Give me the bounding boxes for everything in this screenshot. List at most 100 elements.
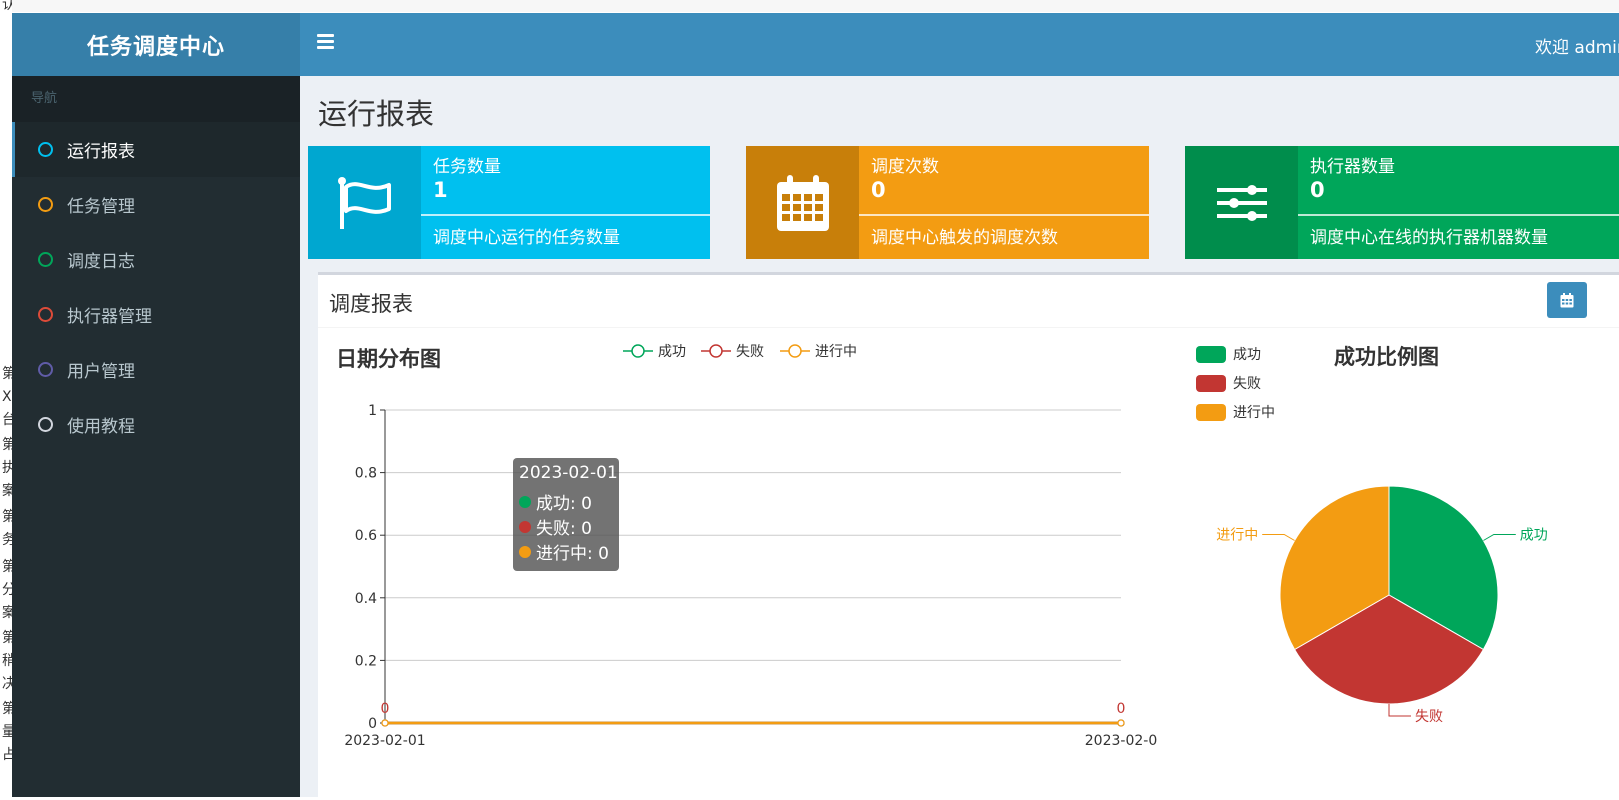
- x-tick-label: 2023-02-0: [1085, 733, 1157, 749]
- data-point: [1117, 719, 1125, 727]
- legend-line-circle-icon: [780, 344, 810, 358]
- pie-label-line: [1483, 534, 1516, 541]
- sidebar-item-label: 运行报表: [67, 142, 135, 162]
- page-title: 运行报表: [318, 97, 435, 131]
- line-chart-title: 日期分布图: [336, 347, 441, 371]
- x-tick-label: 2023-02-01: [344, 733, 425, 749]
- report-box: 调度报表 日期分布图 成功 失败 进行中 0 0.2 0.4 0.6 0.8 1 2023-02…: [318, 272, 1619, 800]
- tooltip-row: 成功: 0: [519, 489, 592, 514]
- calendar-icon: [776, 174, 829, 231]
- info-box-label: 调度次数: [871, 157, 939, 177]
- y-tick-label: 0.2: [355, 653, 377, 669]
- sidebar-item-label: 调度日志: [67, 252, 135, 272]
- flag-icon: [337, 176, 391, 229]
- report-box-title: 调度报表: [329, 292, 413, 316]
- tooltip-line-success: 成功: 0: [536, 494, 592, 514]
- sidebar-item-0[interactable]: 运行报表: [12, 122, 300, 177]
- sidebar-item-label: 用户管理: [67, 362, 135, 382]
- legend-item[interactable]: 失败: [701, 341, 764, 361]
- info-box-content: 执行器数量 0 调度中心在线的执行器机器数量: [1298, 146, 1619, 259]
- info-box-description: 调度中心触发的调度次数: [871, 228, 1058, 248]
- info-box-icon-area: [308, 146, 421, 259]
- data-label: 0: [381, 701, 390, 717]
- info-box-icon-area: [746, 146, 859, 259]
- y-tick-label: 0.6: [355, 528, 377, 544]
- sidebar: 导航 运行报表任务管理调度日志执行器管理用户管理使用教程: [12, 76, 300, 797]
- top-navbar: 欢迎 admin: [300, 13, 1619, 76]
- sidebar-item-label: 任务管理: [67, 197, 135, 217]
- info-box-label: 任务数量: [433, 157, 501, 177]
- info-box-description: 调度中心在线的执行器机器数量: [1310, 228, 1548, 248]
- tooltip-line-running: 进行中: 0: [536, 544, 609, 564]
- pie-slice-label: 成功: [1520, 528, 1548, 544]
- sidebar-item-label: 使用教程: [67, 417, 135, 437]
- legend-label: 成功: [658, 344, 686, 360]
- legend-item[interactable]: 成功: [623, 341, 686, 361]
- legend-label: 失败: [736, 344, 764, 360]
- pie-legend-item[interactable]: 成功: [1196, 344, 1261, 364]
- info-box-divider: [1298, 214, 1619, 216]
- pie-label-line: [1262, 534, 1295, 541]
- circle-icon: [38, 362, 53, 377]
- legend-label: 进行中: [815, 344, 857, 360]
- circle-icon: [38, 252, 53, 267]
- info-box-number: 1: [433, 178, 448, 202]
- window-top-strip: [0, 0, 1619, 12]
- chart-tooltip: 2023-02-01 成功: 0 失败: 0 进行中: 0: [513, 458, 619, 571]
- sidebar-header: 导航: [12, 76, 300, 122]
- legend-line-circle-icon: [701, 344, 731, 358]
- info-box-number: 0: [871, 178, 886, 202]
- info-box-job-count: 任务数量 1 调度中心运行的任务数量: [308, 146, 710, 259]
- legend-line-circle-icon: [623, 344, 653, 358]
- data-point: [381, 719, 389, 727]
- circle-icon: [38, 142, 53, 157]
- info-box-executor-count: 执行器数量 0 调度中心在线的执行器机器数量: [1185, 146, 1619, 259]
- sidebar-item-2[interactable]: 调度日志: [12, 232, 300, 287]
- info-box-content: 任务数量 1 调度中心运行的任务数量: [421, 146, 710, 259]
- sidebar-item-3[interactable]: 执行器管理: [12, 287, 300, 342]
- data-label: 0: [1117, 701, 1126, 717]
- sidebar-item-label: 执行器管理: [67, 307, 152, 327]
- info-box-description: 调度中心运行的任务数量: [433, 228, 620, 248]
- tooltip-row: 失败: 0: [519, 514, 592, 539]
- info-box-label: 执行器数量: [1310, 157, 1395, 177]
- info-box-icon-area: [1185, 146, 1298, 259]
- menu-icon: [317, 34, 334, 49]
- date-range-button[interactable]: [1547, 282, 1587, 318]
- series-dot: [519, 545, 531, 558]
- calendar-icon: [1560, 292, 1574, 307]
- legend-label: 成功: [1233, 347, 1261, 363]
- pie-slice-label: 失败: [1415, 709, 1443, 725]
- sidebar-item-1[interactable]: 任务管理: [12, 177, 300, 232]
- tooltip-row: 进行中: 0: [519, 539, 609, 564]
- sidebar-item-5[interactable]: 使用教程: [12, 397, 300, 452]
- background-window-strip: 认 第X台 第执案 第务 第分案 第稍决 第量占: [0, 0, 12, 797]
- sidebar-menu: 运行报表任务管理调度日志执行器管理用户管理使用教程: [12, 122, 300, 452]
- y-tick-label: 0.4: [355, 591, 377, 607]
- legend-item[interactable]: 进行中: [780, 341, 857, 361]
- line-chart: 00.20.40.60.812023-02-01 2023-02-00 0: [344, 403, 1157, 749]
- pie-slice-label: 进行中: [1216, 528, 1258, 544]
- app-logo[interactable]: 任务调度中心: [12, 13, 300, 76]
- pie-chart-title: 成功比例图: [1334, 345, 1439, 369]
- series-dot: [519, 520, 531, 533]
- info-box-number: 0: [1310, 178, 1325, 202]
- info-box-content: 调度次数 0 调度中心触发的调度次数: [859, 146, 1149, 259]
- pie-label-line: [1388, 704, 1411, 717]
- circle-icon: [38, 197, 53, 212]
- info-box-divider: [859, 214, 1149, 216]
- y-tick-label: 1: [368, 403, 377, 419]
- pie-chart: 成功失败 进行中: [1216, 485, 1548, 725]
- legend-swatch: [1196, 345, 1226, 363]
- series-dot: [519, 495, 531, 508]
- sidebar-toggle-button[interactable]: [317, 34, 334, 54]
- sidebar-item-4[interactable]: 用户管理: [12, 342, 300, 397]
- circle-icon: [38, 307, 53, 322]
- y-tick-label: 0.8: [355, 466, 377, 482]
- report-box-header: 调度报表: [318, 275, 1619, 328]
- user-welcome-menu[interactable]: 欢迎 admin: [1535, 33, 1619, 58]
- tooltip-date: 2023-02-01: [519, 463, 618, 483]
- tooltip-line-fail: 失败: 0: [536, 519, 592, 539]
- circle-icon: [38, 417, 53, 432]
- main-content: 运行报表 任务数量 1 调度中心运行的任务数量 调度次数 0 调度中心触发的调度…: [300, 76, 1619, 800]
